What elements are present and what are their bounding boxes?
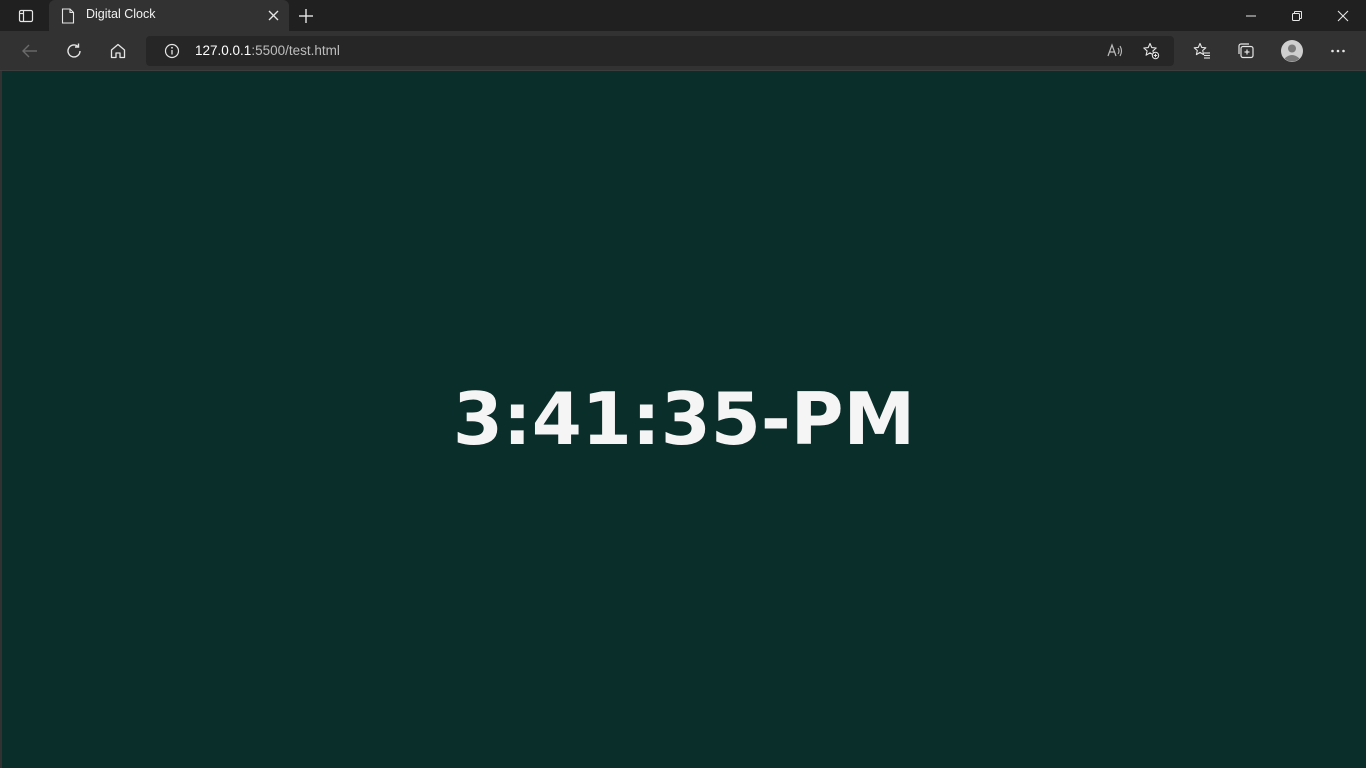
tab-title: Digital Clock xyxy=(86,7,156,21)
settings-menu-button[interactable] xyxy=(1326,39,1350,63)
close-window-button[interactable] xyxy=(1320,0,1366,31)
browser-window: Digital Clock 127.0.0.1:5500/test.html 3… xyxy=(0,0,1366,768)
digital-clock: 3:41:35-PM xyxy=(452,377,916,461)
active-tab[interactable]: Digital Clock xyxy=(49,0,289,31)
close-icon xyxy=(1337,10,1349,21)
back-button[interactable] xyxy=(18,39,42,63)
favorites-button[interactable] xyxy=(1190,39,1214,63)
address-path: :5500/test.html xyxy=(251,43,340,58)
window-controls xyxy=(1228,0,1366,31)
collections-icon xyxy=(1238,43,1254,59)
minimize-button[interactable] xyxy=(1228,0,1274,31)
read-aloud-icon[interactable] xyxy=(1106,42,1124,60)
page-icon xyxy=(61,8,75,24)
home-button[interactable] xyxy=(106,39,130,63)
back-arrow-icon xyxy=(22,44,37,58)
more-options-icon xyxy=(1331,49,1345,53)
new-tab-icon[interactable] xyxy=(297,7,315,25)
tab-actions-icon xyxy=(18,9,34,23)
collections-button[interactable] xyxy=(1234,39,1258,63)
close-tab-icon[interactable] xyxy=(267,9,280,22)
browser-toolbar: 127.0.0.1:5500/test.html xyxy=(0,31,1366,71)
address-bar[interactable]: 127.0.0.1:5500/test.html xyxy=(146,36,1174,66)
tab-actions-button[interactable] xyxy=(10,6,42,26)
address-host: 127.0.0.1 xyxy=(195,43,252,58)
address-url[interactable]: 127.0.0.1:5500/test.html xyxy=(195,43,340,58)
favorites-icon xyxy=(1193,42,1210,59)
home-icon xyxy=(110,43,126,59)
profile-button[interactable] xyxy=(1277,36,1307,66)
avatar-icon xyxy=(1281,40,1303,62)
refresh-button[interactable] xyxy=(62,39,86,63)
page-content: 3:41:35-PM xyxy=(2,71,1366,768)
add-favorite-icon[interactable] xyxy=(1142,42,1160,60)
site-info-icon[interactable] xyxy=(164,43,180,59)
restore-icon xyxy=(1292,10,1302,21)
refresh-icon xyxy=(67,43,81,58)
tab-strip: Digital Clock xyxy=(0,0,1366,31)
minimize-icon xyxy=(1246,15,1256,16)
restore-button[interactable] xyxy=(1274,0,1320,31)
